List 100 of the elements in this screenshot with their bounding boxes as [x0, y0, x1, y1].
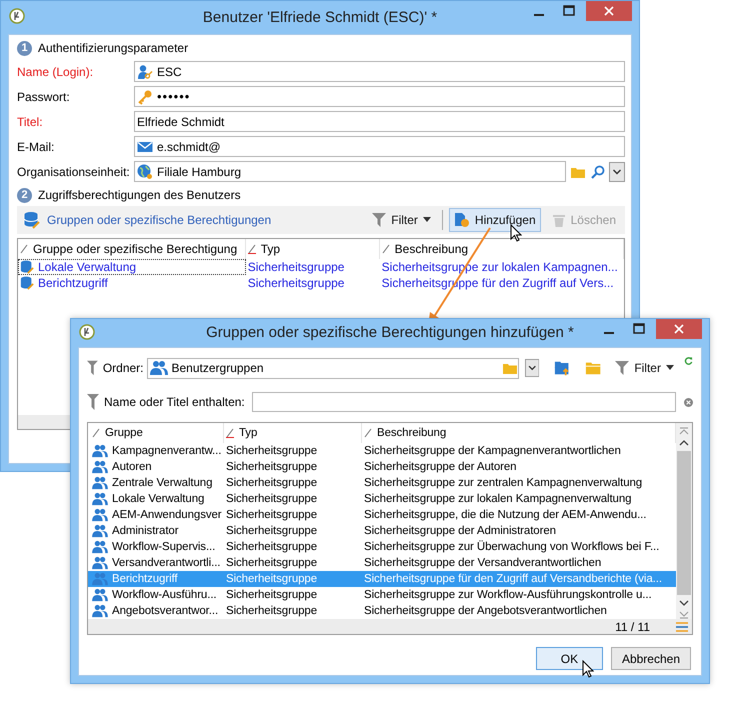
table-row[interactable]: Versandverantwortli... Sicherheitsgruppe Sicherheitsgruppe der Versandverantwortlichen	[88, 555, 676, 571]
column-header[interactable]: Gruppe oder spezifische Berechtigung	[18, 239, 246, 259]
section-heading: Zugriffsberechtigungen des Benutzers	[38, 188, 241, 202]
table-cell-text: Sicherheitsgruppe	[225, 540, 318, 555]
users-icon	[92, 460, 108, 474]
table-row[interactable]: Lokale Verwaltung Sicherheitsgruppe Sicherheitsgruppe zur lokalen Kampagnenverwaltung	[88, 491, 676, 507]
scroll-up-icon[interactable]	[679, 439, 689, 447]
users-icon	[92, 604, 108, 618]
table-cell: Zentrale Verwaltung	[88, 475, 224, 491]
folder-upload-icon[interactable]	[554, 359, 570, 377]
input-field[interactable]: Elfriede Schmidt	[134, 111, 625, 132]
database-key-icon	[23, 211, 41, 229]
table-cell-text: Sicherheitsgruppe der Autoren	[363, 460, 518, 475]
table-cell-text: Sicherheitsgruppe zur Workflow-Ausführungskontrolle u...	[363, 588, 653, 603]
users-icon	[92, 444, 108, 458]
table-cell: Kampagnenverantw...	[88, 443, 224, 459]
table-cell-text: Sicherheitsgruppe	[225, 492, 318, 507]
table-cell-text: Sicherheitsgruppe	[246, 275, 346, 291]
clear-icon[interactable]	[684, 398, 693, 406]
toolbar-link[interactable]: Gruppen oder spezifische Berechtigungen	[47, 213, 272, 227]
sort-icon	[92, 428, 100, 438]
table-row[interactable]: Administrator Sicherheitsgruppe Sicherheitsgruppe der Administratoren	[88, 523, 676, 539]
table-cell-text: Sicherheitsgruppe	[225, 460, 318, 475]
search-field[interactable]	[252, 392, 676, 412]
filter-button[interactable]: Filter	[610, 356, 679, 380]
table-cell: Berichtzugriff	[88, 571, 224, 587]
field-label: Titel:	[17, 114, 44, 128]
input-field[interactable]: ESC	[134, 61, 625, 82]
users-icon	[92, 572, 108, 586]
table-cell-text: Sicherheitsgruppe	[225, 604, 318, 619]
sort-icon	[364, 428, 372, 438]
users-icon	[92, 588, 108, 602]
globe-icon	[137, 164, 153, 180]
table-cell-text: Sicherheitsgruppe	[225, 556, 318, 571]
cancel-button[interactable]: Abbrechen	[610, 647, 691, 670]
column-header[interactable]: Typ	[224, 423, 362, 443]
table-row[interactable]: Angebotsverantwor... Sicherheitsgruppe Sicherheitsgruppe der Angebotsverantwortlichen	[88, 603, 676, 619]
dropdown-button[interactable]	[609, 162, 625, 182]
folder-field[interactable]: Benutzergruppen	[146, 358, 518, 378]
sort-icon	[248, 244, 256, 254]
add-button[interactable]: Hinzufügen	[448, 208, 541, 232]
users-icon	[92, 476, 108, 490]
table-cell: Workflow-Supervis...	[88, 539, 224, 555]
table-cell-text: Sicherheitsgruppe der Versandverantwortlichen	[363, 556, 602, 571]
close-icon[interactable]	[586, 1, 632, 21]
dropdown-button[interactable]	[524, 358, 539, 378]
field-value: Filiale Hamburg	[157, 164, 242, 178]
table-cell[interactable]: Berichtzugriff	[18, 275, 246, 291]
refresh-icon[interactable]	[684, 356, 693, 366]
table-cell[interactable]: Lokale Verwaltung	[18, 259, 246, 275]
column-header[interactable]: Typ	[246, 239, 380, 259]
filter-icon	[87, 360, 98, 376]
field-label: E-Mail:	[17, 140, 56, 154]
column-header[interactable]: Gruppe	[88, 423, 224, 443]
database-key-icon	[20, 276, 34, 290]
table-cell-text: Sicherheitsgruppe	[225, 524, 318, 539]
step-badge: 1	[17, 40, 32, 56]
table-cell-text: Sicherheitsgruppe	[225, 588, 318, 603]
table-cell: Autoren	[88, 459, 224, 475]
menu-icon[interactable]	[676, 622, 688, 632]
table-cell: Versandverantwortli...	[88, 555, 224, 571]
search-icon[interactable]	[590, 164, 606, 180]
filter-button[interactable]: Filter	[367, 208, 436, 232]
table-cell-text: Sicherheitsgruppe	[225, 508, 318, 523]
field-label: Name (Login):	[17, 64, 94, 78]
window-title: Benutzer 'Elfriede Schmidt (ESC)' *	[202, 9, 438, 26]
table-cell-text: Sicherheitsgruppe zur Überwachung von Workflows bei F...	[363, 539, 660, 555]
record-count: 11 / 11	[615, 620, 650, 634]
table-cell-text: Sicherheitsgruppe zur zentralen Kampagnenverwaltung	[363, 476, 644, 491]
field-value: ESC	[157, 64, 182, 78]
scrollbar[interactable]	[676, 423, 692, 619]
field-label: Passwort:	[17, 90, 71, 104]
table-row[interactable]: AEM-Anwendungsver Sicherheitsgruppe Sicherheitsgruppe, die die Nutzung der AEM-Anwendu...	[88, 507, 676, 523]
caret-icon	[666, 365, 674, 371]
input-field[interactable]: e.schmidt@	[134, 136, 625, 157]
table-cell-text: Sicherheitsgruppe	[225, 476, 318, 491]
table-row[interactable]: Kampagnenverantw... Sicherheitsgruppe Sicherheitsgruppe der Kampagnenverantwortlichen	[88, 443, 676, 459]
table-row[interactable]: Autoren Sicherheitsgruppe Sicherheitsgruppe der Autoren	[88, 459, 676, 475]
table-row[interactable]: Workflow-Ausführu... Sicherheitsgruppe Sicherheitsgruppe zur Workflow-Ausführungskontrolle u...	[88, 587, 676, 603]
table-cell: AEM-Anwendungsver	[88, 507, 224, 523]
table-row[interactable]: Zentrale Verwaltung Sicherheitsgruppe Sicherheitsgruppe zur zentralen Kampagnenverwaltung	[88, 475, 676, 491]
close-icon[interactable]	[656, 319, 702, 339]
filter-icon	[615, 361, 630, 375]
ok-button[interactable]: OK	[536, 647, 603, 670]
table-cell-text: Sicherheitsgruppe	[225, 444, 318, 459]
field-label: Ordner:	[102, 361, 144, 375]
database-key-icon	[20, 260, 34, 274]
trash-icon	[552, 213, 566, 227]
users-icon	[92, 524, 108, 538]
table-cell: Workflow-Ausführu...	[88, 587, 224, 603]
app-icon	[9, 8, 25, 24]
key-icon	[137, 88, 153, 104]
input-field[interactable]: Filiale Hamburg	[134, 161, 566, 182]
scrollbar-thumb[interactable]	[677, 451, 691, 595]
table-cell-text: Sicherheitsgruppe zur lokalen Kampagnenverwaltung	[363, 492, 632, 507]
scroll-down-icon[interactable]	[679, 599, 689, 607]
table-row[interactable]: Workflow-Supervis... Sicherheitsgruppe Sicherheitsgruppe zur Überwachung von Workflows bei F...	[88, 539, 676, 555]
table-cell-text: Sicherheitsgruppe	[246, 259, 346, 275]
input-field[interactable]: ••••••	[134, 86, 625, 107]
table-cell: Lokale Verwaltung	[88, 491, 224, 507]
